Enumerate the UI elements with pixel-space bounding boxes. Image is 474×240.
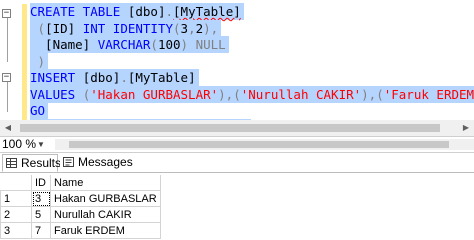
- code-token: VARCHAR: [97, 37, 151, 52]
- tab-messages[interactable]: Messages: [60, 154, 133, 172]
- code-line[interactable]: VALUES ('Hakan GURBASLAR'),('Nurullah CA…: [30, 85, 474, 103]
- code-token: NULL: [195, 37, 226, 52]
- code-token: ),(: [218, 86, 241, 102]
- cell-id[interactable]: 3: [31, 190, 51, 207]
- table-row[interactable]: 3 7 Faruk ERDEM: [0, 222, 161, 239]
- code-token: [Name]: [30, 37, 98, 52]
- code-token: .: [165, 4, 174, 19]
- code-token: (: [30, 20, 46, 36]
- code-token: GO: [30, 103, 46, 118]
- code-token: CREATE TABLE: [30, 4, 128, 19]
- cell-name[interactable]: Nurullah CAKIR: [50, 206, 161, 223]
- code-token: INT IDENTITY: [82, 20, 174, 36]
- code-token: [dbo]: [82, 70, 121, 85]
- editor-horizontal-scrollbar[interactable]: ◀ ▶: [0, 120, 474, 136]
- change-tracking-bar: [22, 4, 27, 123]
- header-row: ID Name: [0, 175, 161, 191]
- column-header-id[interactable]: ID: [31, 175, 51, 191]
- scroll-left-icon[interactable]: ◀: [0, 120, 16, 136]
- editor-status-bar: 100 % ▼: [0, 136, 474, 153]
- tab-results[interactable]: Results: [2, 154, 62, 172]
- scrollbar-thumb[interactable]: [69, 141, 449, 148]
- results-tabs: Results Messages: [0, 153, 474, 173]
- code-line[interactable]: GO: [30, 102, 49, 119]
- query-editor[interactable]: − − − CREATE TABLE [dbo].[MyTable] ([ID]…: [0, 0, 474, 136]
- code-token: [MyTable]: [173, 4, 241, 19]
- cell-name[interactable]: Faruk ERDEM: [50, 222, 161, 239]
- cell-id[interactable]: 5: [31, 206, 51, 223]
- table-row[interactable]: 1 3 Hakan GURBASLAR: [0, 190, 161, 207]
- code-token: ,: [188, 20, 196, 36]
- status-horizontal-scrollbar[interactable]: [55, 139, 474, 150]
- tab-messages-label: Messages: [78, 155, 133, 169]
- row-number[interactable]: 2: [0, 206, 32, 223]
- cell-id[interactable]: 7: [31, 222, 51, 239]
- code-token: ),: [203, 20, 219, 36]
- code-token: (: [150, 37, 158, 52]
- messages-icon: [63, 157, 74, 167]
- code-token: INSERT: [30, 70, 83, 85]
- code-token: 'Nurullah CAKIR': [240, 86, 362, 102]
- code-token: 3: [180, 20, 189, 36]
- code-line[interactable]: ): [30, 52, 49, 70]
- code-token: 'Hakan GURBASLAR': [90, 86, 219, 102]
- column-header-name[interactable]: Name: [50, 175, 161, 191]
- tab-results-label: Results: [21, 156, 62, 170]
- code-line[interactable]: INSERT [dbo].[MyTable]: [30, 69, 199, 86]
- code-token: 'Faruk ERDEM': [383, 86, 474, 102]
- collapse-insert-icon[interactable]: −: [2, 73, 11, 82]
- code-token: [MyTable]: [127, 70, 196, 85]
- code-token: VALUES: [30, 86, 83, 102]
- chevron-down-icon[interactable]: ▼: [37, 137, 45, 152]
- code-token: .: [120, 70, 128, 85]
- results-table: ID Name 1 3 Hakan GURBASLAR 2 5 Nurullah…: [0, 175, 161, 239]
- code-token: ),(: [361, 86, 384, 102]
- code-token: ): [30, 53, 46, 69]
- grid-icon: [6, 158, 17, 168]
- zoom-level[interactable]: 100 %: [2, 137, 36, 152]
- fold-guide: [7, 12, 8, 62]
- table-row[interactable]: 2 5 Nurullah CAKIR: [0, 206, 161, 223]
- code-token: ): [180, 37, 196, 52]
- collapse-create-icon[interactable]: −: [2, 9, 11, 18]
- scroll-right-icon[interactable]: ▶: [458, 120, 474, 136]
- results-grid[interactable]: ID Name 1 3 Hakan GURBASLAR 2 5 Nurullah…: [0, 173, 474, 240]
- corner-cell[interactable]: [0, 175, 32, 191]
- cell-name[interactable]: Hakan GURBASLAR: [50, 190, 161, 207]
- code-line[interactable]: ([ID] INT IDENTITY(3,2),: [30, 19, 222, 37]
- row-number[interactable]: 3: [0, 222, 32, 239]
- editor-gutter: − − −: [0, 0, 30, 136]
- code-line[interactable]: [Name] VARCHAR(100) NULL: [30, 36, 229, 53]
- row-number[interactable]: 1: [0, 190, 32, 207]
- code-token: [dbo]: [127, 4, 166, 19]
- code-token: [ID]: [45, 20, 83, 36]
- fold-guide: [7, 78, 8, 112]
- code-line[interactable]: CREATE TABLE [dbo].[MyTable]: [30, 3, 244, 20]
- code-token: 2: [195, 20, 204, 36]
- scrollbar-thumb[interactable]: [20, 124, 440, 132]
- code-token: 100: [157, 37, 181, 52]
- code-token: (: [173, 20, 181, 36]
